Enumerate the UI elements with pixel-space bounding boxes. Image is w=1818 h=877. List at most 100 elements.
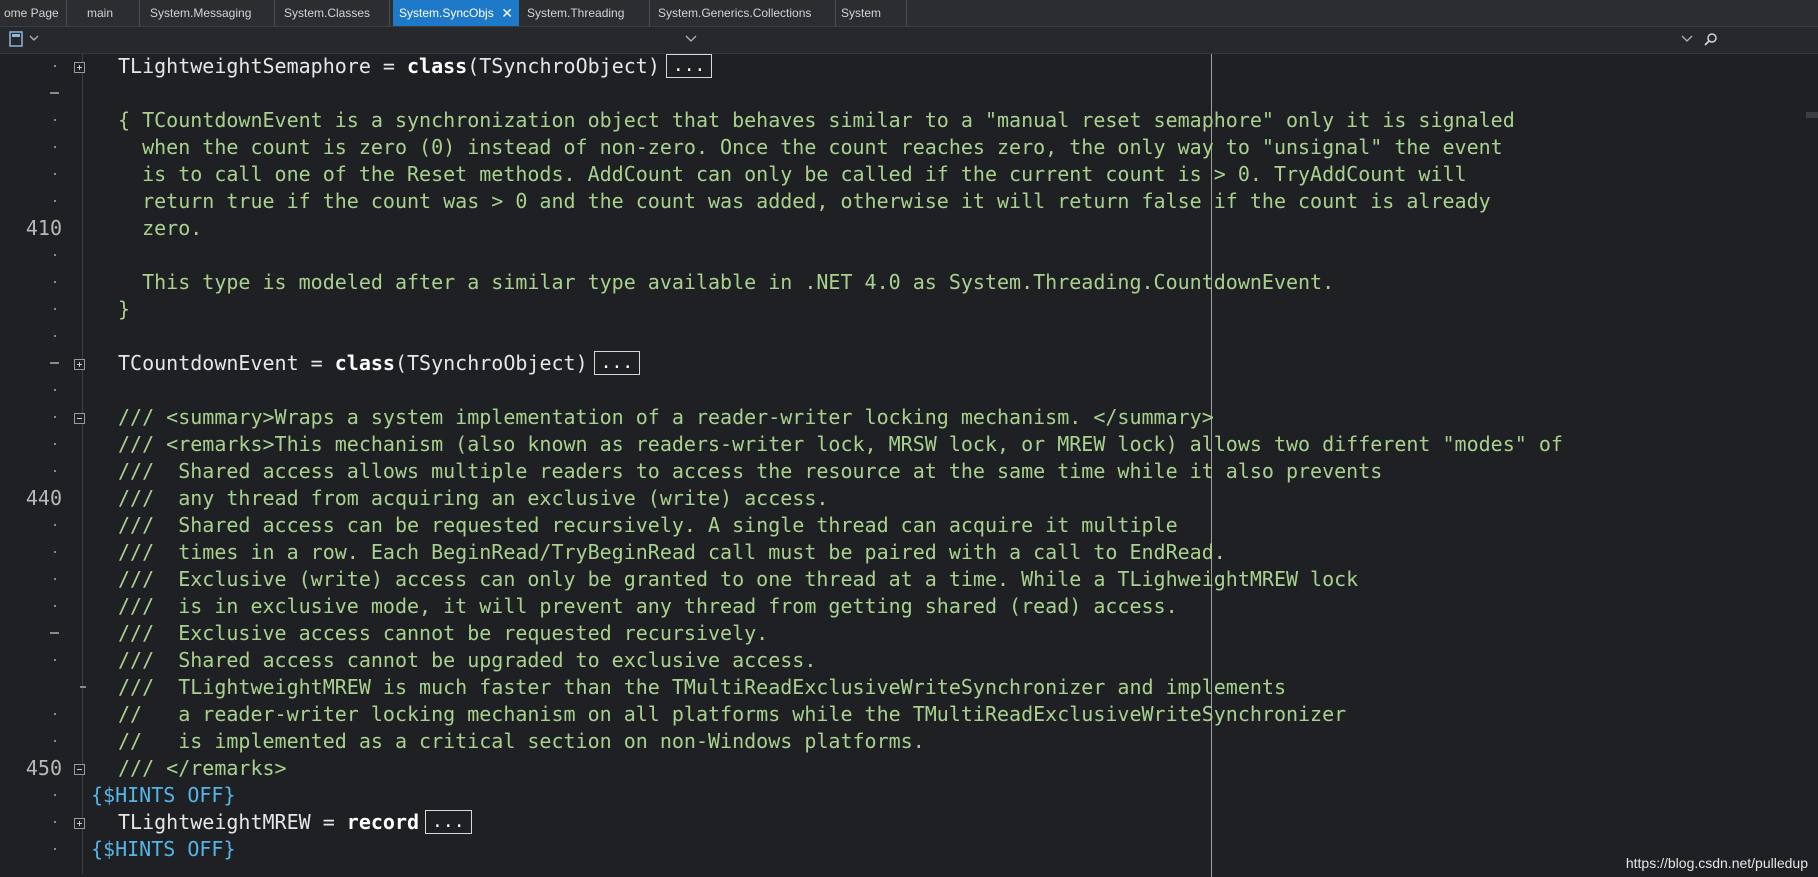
close-icon[interactable]: ✕ (501, 0, 513, 26)
code-line-doc-comment[interactable]: /// TLightweightMREW is much faster than… (118, 674, 1286, 701)
tab-main[interactable]: main (81, 0, 140, 26)
gutter-row (0, 107, 68, 134)
collapsed-region[interactable]: ... (665, 54, 713, 78)
keyword: class (334, 351, 395, 375)
gutter-row (0, 809, 68, 836)
tab-label: System.Messaging (150, 6, 252, 20)
gutter-row (0, 782, 68, 809)
scrollbar-marker[interactable] (1806, 112, 1818, 118)
line-number: 410 (25, 216, 62, 240)
code-line-compiler-directive[interactable]: {$HINTS OFF} (91, 782, 236, 809)
gutter-row (0, 242, 68, 269)
tab-system-generics-collections[interactable]: System.Generics.Collections (652, 0, 836, 26)
code-line-doc-comment[interactable]: /// is in exclusive mode, it will preven… (118, 593, 1178, 620)
collapsed-region[interactable]: ... (425, 810, 472, 834)
gutter-row (0, 431, 68, 458)
tab-label: main (87, 6, 114, 20)
code-line-compiler-directive[interactable]: {$HINTS OFF} (91, 836, 236, 863)
code-line-doc-comment[interactable]: /// Exclusive (write) access can only be… (118, 566, 1358, 593)
gutter-row (0, 593, 68, 620)
editor-tab-bar: ome Page main System.Messaging System.Cl… (0, 0, 1818, 27)
gutter-row (0, 53, 68, 80)
tab-system-threading[interactable]: System.Threading (521, 0, 650, 26)
code-line-comment[interactable]: return true if the count was > 0 and the… (118, 188, 1491, 215)
tab-label: System.Classes (284, 6, 371, 20)
keyword: record (346, 810, 420, 834)
code-line-class-declaration[interactable]: TCountdownEvent = class(TSynchroObject).… (118, 350, 641, 377)
code-line-doc-comment[interactable]: /// Shared access can be requested recur… (118, 512, 1178, 539)
gutter-row (0, 674, 86, 701)
gutter-row (0, 188, 68, 215)
identifier: TLightweightMREW = (118, 810, 347, 834)
navigation-toolbar (0, 27, 1818, 54)
chevron-down-icon[interactable] (29, 35, 39, 43)
expand-icon[interactable] (74, 359, 85, 370)
gutter-row (0, 377, 68, 404)
code-line-comment[interactable]: { TCountdownEvent is a synchronization o… (118, 107, 1515, 134)
gutter-row (0, 647, 68, 674)
gutter-row (0, 836, 68, 863)
line-number: 440 (25, 486, 62, 510)
gutter-row (0, 323, 68, 350)
gutter-row (0, 80, 68, 107)
gutter-row (0, 728, 68, 755)
expand-icon[interactable] (74, 62, 85, 73)
gutter-row (0, 539, 68, 566)
code-line-comment[interactable]: // is implemented as a critical section … (118, 728, 925, 755)
file-icon[interactable] (9, 31, 23, 47)
chevron-down-icon[interactable] (1681, 35, 1693, 43)
tab-label: ome Page (4, 6, 59, 20)
code-line-comment[interactable]: when the count is zero (0) instead of no… (118, 134, 1503, 161)
code-line-doc-comment[interactable]: /// Exclusive access cannot be requested… (118, 620, 768, 647)
tab-label: System.SyncObjs (399, 6, 494, 20)
search-icon[interactable] (1704, 32, 1718, 46)
collapse-icon[interactable] (74, 764, 85, 775)
code-line-doc-comment[interactable]: /// <remarks>This mechanism (also known … (118, 431, 1563, 458)
collapsed-region[interactable]: ... (593, 351, 641, 375)
code-line-doc-comment[interactable]: /// Shared access cannot be upgraded to … (118, 647, 816, 674)
tab-label: System.Generics.Collections (658, 6, 812, 20)
collapse-icon[interactable] (74, 413, 85, 424)
line-number: 450 (25, 756, 62, 780)
keyword: class (406, 54, 468, 78)
gutter-row (0, 404, 68, 431)
tab-home-page[interactable]: ome Page (0, 0, 67, 26)
tab-system-syncobjs[interactable]: System.SyncObjs ✕ (393, 0, 519, 26)
gutter-row (0, 161, 68, 188)
identifier: (TSynchroObject) (467, 54, 660, 78)
code-line-doc-comment[interactable]: /// <summary>Wraps a system implementati… (118, 404, 1214, 431)
gutter-row: 450 (0, 755, 68, 782)
code-line-comment[interactable]: zero. (118, 215, 202, 242)
gutter-row (0, 458, 68, 485)
code-line-record-declaration[interactable]: TLightweightMREW = record... (118, 809, 472, 836)
code-line-comment[interactable]: This type is modeled after a similar typ… (118, 269, 1334, 296)
tab-label: System.Threading (527, 6, 625, 20)
tab-label: System (841, 6, 882, 20)
gutter-row (0, 269, 68, 296)
code-line-doc-comment[interactable]: /// Shared access allows multiple reader… (118, 458, 1382, 485)
gutter-row (0, 350, 68, 377)
code-line-comment[interactable]: is to call one of the Reset methods. Add… (118, 161, 1467, 188)
chevron-down-icon[interactable] (685, 35, 697, 43)
watermark: https://blog.csdn.net/pulledup (1625, 855, 1808, 871)
identifier: TLightweightSemaphore = (118, 54, 407, 78)
gutter-row (0, 701, 68, 728)
gutter-row (0, 620, 68, 647)
code-line-doc-comment[interactable]: /// any thread from acquiring an exclusi… (118, 485, 828, 512)
code-line-comment[interactable]: } (118, 296, 130, 323)
code-line-doc-comment[interactable]: /// times in a row. Each BeginRead/TryBe… (118, 539, 1226, 566)
tab-system-messaging[interactable]: System.Messaging (144, 0, 275, 26)
identifier: TCountdownEvent = (118, 351, 335, 375)
indent-guide (82, 54, 83, 874)
tab-system-classes[interactable]: System.Classes (278, 0, 390, 26)
gutter-row: 440 (0, 485, 68, 512)
expand-icon[interactable] (74, 818, 85, 829)
code-line-class-declaration[interactable]: TLightweightSemaphore = class(TSynchroOb… (118, 53, 713, 80)
gutter-row (0, 134, 68, 161)
code-line-doc-comment[interactable]: /// </remarks> (118, 755, 287, 782)
tab-system[interactable]: System (835, 0, 907, 26)
gutter-row (0, 296, 68, 323)
gutter-row (0, 512, 68, 539)
code-line-comment[interactable]: // a reader-writer locking mechanism on … (118, 701, 1346, 728)
gutter-row (0, 566, 68, 593)
